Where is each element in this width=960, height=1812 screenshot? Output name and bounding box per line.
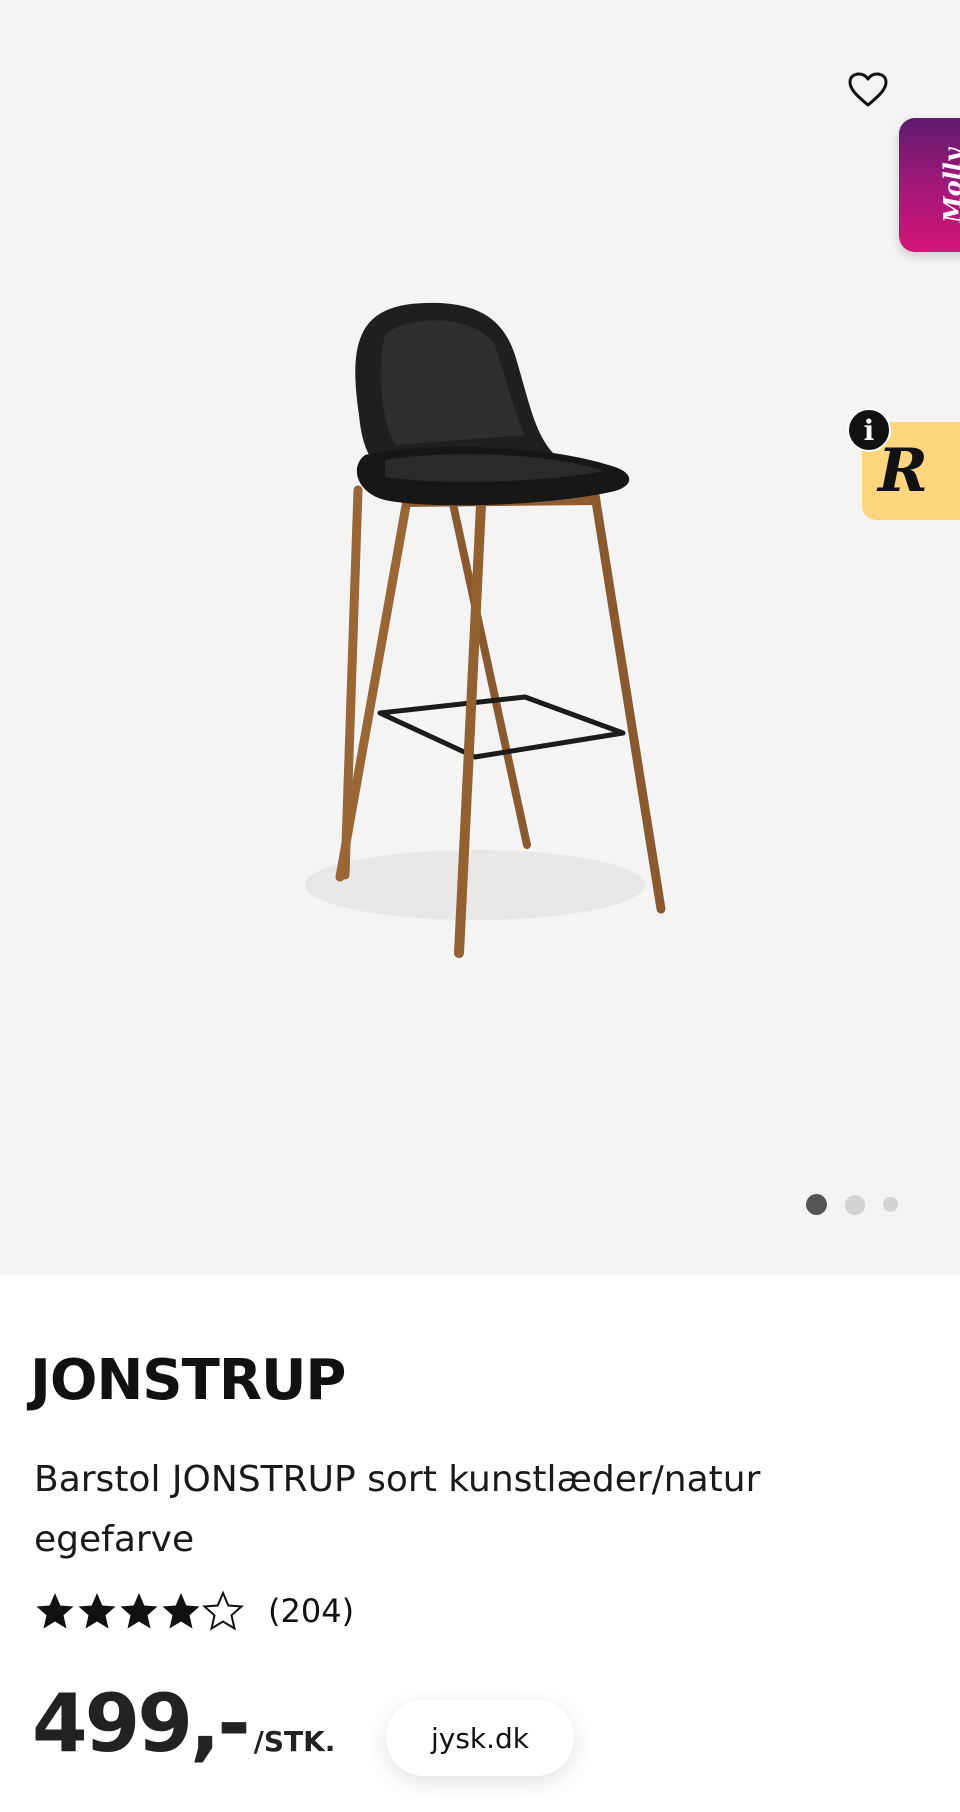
favorite-button[interactable] [842, 64, 894, 116]
product-description: Barstol JONSTRUP sort kunstlæder/natur e… [34, 1459, 761, 1560]
info-icon[interactable]: i [847, 408, 891, 452]
r-logo-icon: R [878, 436, 928, 506]
gallery-dot-2[interactable] [845, 1194, 865, 1215]
star-filled-icon [78, 1593, 116, 1629]
gallery-dot-3[interactable] [883, 1197, 898, 1212]
review-count[interactable]: (204) [268, 1592, 354, 1630]
heart-icon [848, 72, 888, 107]
browser-url-pill[interactable]: jysk.dk [386, 1700, 574, 1776]
price-unit: /STK. [253, 1725, 336, 1758]
gallery-pagination [806, 1194, 898, 1215]
molly-chat-tab[interactable]: Molly [899, 118, 960, 252]
star-filled-icon [120, 1593, 158, 1629]
product-page: Molly R i JONSTRUP Barstol JONSTRUP sort… [0, 0, 960, 1812]
product-gallery[interactable]: Molly R i [0, 0, 960, 1275]
star-empty-icon [202, 1590, 244, 1631]
star-filled-icon [36, 1593, 74, 1629]
product-rating[interactable]: (204) [34, 1590, 354, 1632]
product-image [305, 302, 666, 958]
molly-label: Molly [937, 147, 960, 223]
product-price: 499,- [32, 1677, 251, 1770]
star-filled-icon [162, 1593, 200, 1629]
gallery-dot-1[interactable] [806, 1194, 827, 1215]
product-brand: JONSTRUP [30, 1348, 346, 1413]
price-row: 499,- /STK. [32, 1684, 335, 1764]
rating-stars [34, 1590, 244, 1632]
